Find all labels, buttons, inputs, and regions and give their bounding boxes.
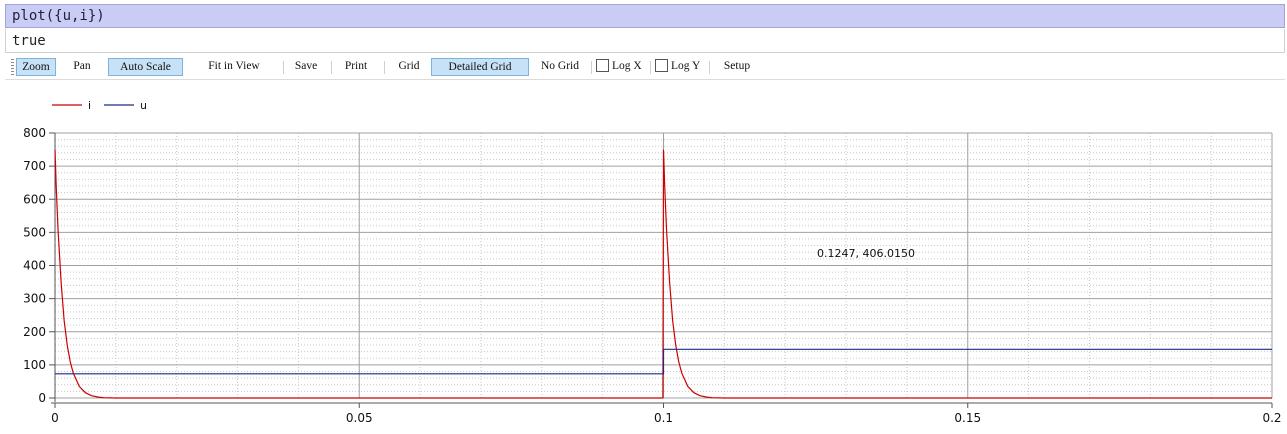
y-tick-label: 300 — [23, 292, 46, 306]
y-tick-label: 800 — [23, 126, 46, 140]
save-button[interactable]: Save — [287, 58, 325, 76]
x-tick-label: 0.15 — [954, 411, 981, 425]
plot-toolbar: Zoom Pan Auto Scale Fit in View Save Pri… — [5, 55, 1285, 80]
no-grid-button[interactable]: No Grid — [532, 58, 588, 76]
toolbar-separator — [591, 61, 592, 74]
grid-button[interactable]: Grid — [389, 58, 429, 76]
toolbar-separator — [650, 61, 651, 74]
series-layer — [54, 149, 1272, 399]
x-tick-label: 0 — [51, 411, 59, 425]
print-button[interactable]: Print — [335, 58, 377, 76]
log-y-label: Log Y — [671, 60, 701, 72]
setup-button[interactable]: Setup — [714, 58, 760, 76]
ticks: 0 100 200 300 400 500 600 700 800 0 0.05 0.1 0.15 0.2 — [23, 126, 1281, 425]
x-tick-label: 0.05 — [346, 411, 373, 425]
auto-scale-button[interactable]: Auto Scale — [108, 58, 183, 76]
detailed-grid-button[interactable]: Detailed Grid — [431, 58, 529, 76]
legend-label-u: u — [140, 99, 147, 112]
pan-button[interactable]: Pan — [63, 58, 101, 76]
command-input[interactable]: plot({u,i}) — [5, 4, 1285, 28]
axes — [51, 133, 1272, 404]
y-tick-label: 100 — [23, 358, 46, 372]
fit-in-view-button[interactable]: Fit in View — [193, 58, 275, 76]
y-tick-label: 700 — [23, 159, 46, 173]
toolbar-separator — [384, 61, 385, 74]
y-tick-label: 200 — [23, 325, 46, 339]
command-result: true — [5, 29, 1285, 53]
log-y-checkbox[interactable] — [655, 59, 668, 72]
x-tick-label: 0.1 — [654, 411, 673, 425]
y-tick-label: 500 — [23, 225, 46, 239]
y-tick-label: 600 — [23, 192, 46, 206]
log-x-label: Log X — [612, 60, 642, 72]
toolbar-separator — [709, 61, 710, 74]
zoom-button[interactable]: Zoom — [16, 58, 56, 76]
plot-area[interactable]: 0 100 200 300 400 500 600 700 800 0 0.05 0.1 0.15 0.2… — [0, 80, 1287, 434]
toolbar-separator — [331, 61, 332, 74]
toolbar-grip[interactable] — [11, 59, 14, 75]
x-tick-label: 0.2 — [1262, 411, 1281, 425]
y-tick-label: 0 — [38, 391, 46, 405]
legend-label-i: i — [88, 99, 91, 112]
legend[interactable]: iu — [52, 99, 147, 112]
log-x-checkbox[interactable] — [596, 59, 609, 72]
y-tick-label: 400 — [23, 259, 46, 273]
cursor-readout: 0.1247, 406.0150 — [817, 247, 915, 260]
toolbar-separator — [283, 61, 284, 74]
